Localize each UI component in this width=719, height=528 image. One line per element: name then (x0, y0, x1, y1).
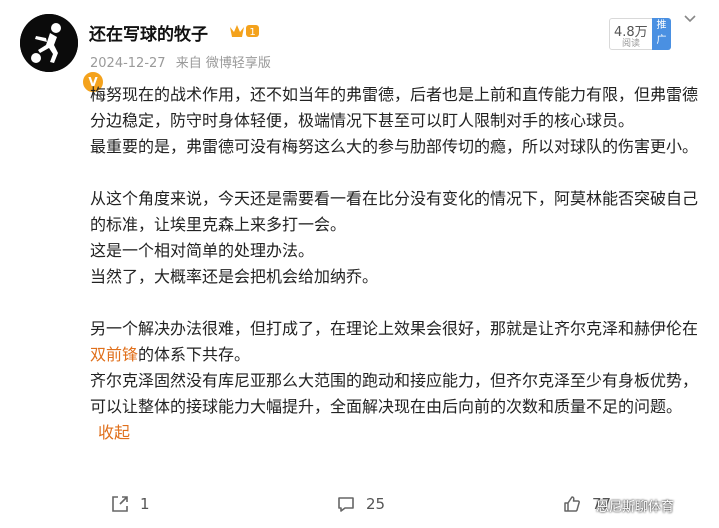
comment-count: 25 (366, 495, 386, 513)
comment-button[interactable]: 25 (336, 494, 385, 514)
avatar[interactable]: V (20, 14, 105, 94)
paragraph: 梅努现在的战术作用，还不如当年的弗雷德，后者也是上前和直传能力有限，但弗雷德分边… (90, 85, 699, 130)
paragraph: 齐尔克泽固然没有库尼亚那么大范围的跑动和接应能力，但齐尔克泽至少有身板优势，可以… (90, 368, 702, 446)
post-source[interactable]: 来自 微博轻享版 (176, 56, 271, 71)
paragraph: 这是一个相对简单的处理办法。 (90, 241, 315, 260)
username[interactable]: 还在写球的牧子 (89, 20, 208, 45)
paragraph: 另一个解决办法很难，但打成了，在理论上效果会很好，那就是让齐尔克泽和赫伊伦在双前… (90, 316, 702, 368)
paragraph: 当然了，大概率还是会把机会给加纳乔。 (90, 267, 379, 286)
promote-button[interactable]: 推广 (652, 18, 671, 50)
share-icon (112, 496, 128, 512)
post-content: 梅努现在的战术作用，还不如当年的弗雷德，后者也是上前和直传能力有限，但弗雷德分边… (90, 82, 702, 446)
collapse-link[interactable]: 收起 (98, 423, 130, 442)
paragraph: 从这个角度来说，今天还是需要看一看在比分没有变化的情况下，阿莫林能否突破自己的标… (90, 189, 699, 234)
football-player-logo (20, 14, 78, 72)
text: 的体系下共存。 (138, 345, 251, 364)
post-date: 2024-12-27 (90, 56, 166, 71)
paragraph: 最重要的是，弗雷德可没有梅努这么大的参与肋部传切的瘾，所以对球队的伤害更小。 (90, 137, 699, 156)
crown-level: 1 (249, 27, 255, 38)
member-crown-icon[interactable]: 1 (228, 22, 262, 40)
share-button[interactable]: 1 (110, 494, 150, 514)
text: 齐尔克泽固然没有库尼亚那么大范围的跑动和接应能力，但齐尔克泽至少有身板优势，可以… (90, 371, 699, 416)
text: 另一个解决办法很难，但打成了，在理论上效果会很好，那就是让齐尔克泽和赫伊伦在 (90, 319, 699, 338)
topic-link[interactable]: 双前锋 (90, 345, 138, 364)
comment-icon (338, 497, 354, 512)
share-count: 1 (140, 495, 150, 513)
thumbs-up-icon (564, 496, 580, 512)
post-meta: 2024-12-27 来自 微博轻享版 (90, 52, 277, 71)
view-count-label: 阅读 (622, 39, 641, 49)
watermark: 恩尼斯聊体育 (596, 500, 675, 515)
chevron-down-icon[interactable] (683, 12, 697, 26)
